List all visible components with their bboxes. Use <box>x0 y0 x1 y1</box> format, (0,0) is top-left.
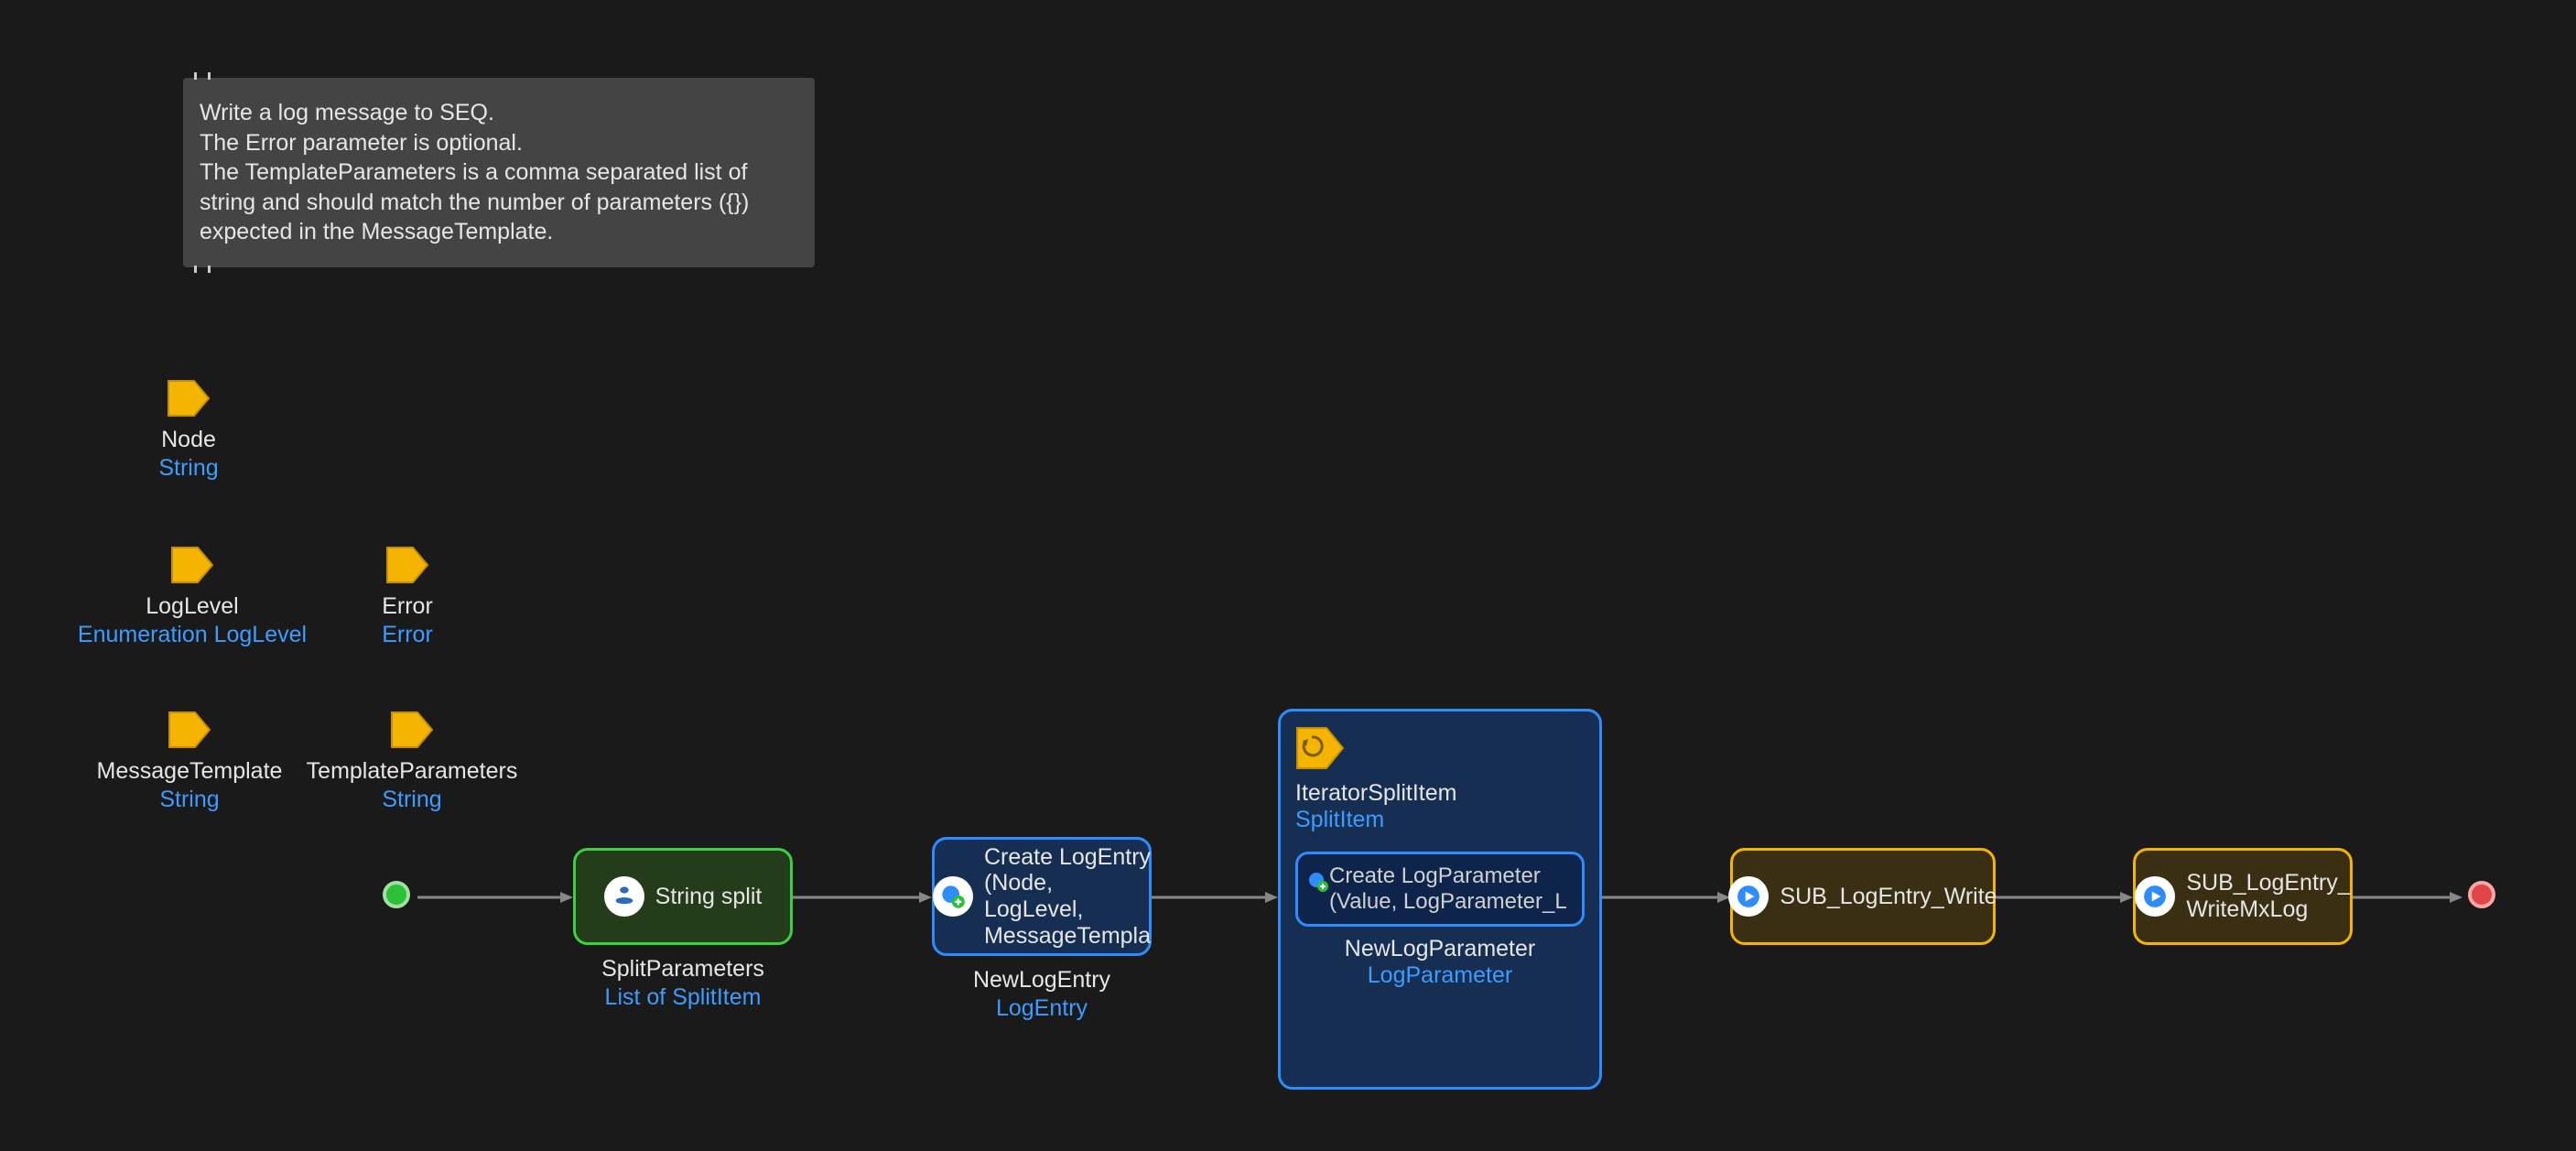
flow-arrow <box>2353 892 2462 903</box>
microflow-call-icon <box>1728 876 1769 917</box>
flow-arrow <box>417 892 573 903</box>
activity-label: SUB_LogEntry_ WriteMxLog <box>2186 870 2350 923</box>
microflow-call-icon <box>2135 876 2175 917</box>
activity-label: Create LogParameter (Value, LogParameter… <box>1329 863 1573 915</box>
param-type: Enumeration LogLevel <box>64 622 320 648</box>
start-event[interactable] <box>383 881 410 908</box>
param-type: String <box>302 787 522 813</box>
flow-arrow <box>1152 892 1278 903</box>
flow-arrow <box>1996 892 2133 903</box>
flow-arrow <box>793 892 932 903</box>
create-object-icon <box>933 876 973 917</box>
create-object-icon <box>1307 871 1329 907</box>
loop-activity[interactable]: IteratorSplitItem SplitItem Create LogPa… <box>1278 709 1602 1090</box>
parameter-icon <box>170 546 214 584</box>
activity-create-logparameter[interactable]: Create LogParameter (Value, LogParameter… <box>1295 852 1585 927</box>
param-label: LogLevel <box>64 593 320 620</box>
param-type: String <box>152 455 225 482</box>
parameter-icon <box>390 711 434 749</box>
parameter-icon <box>168 711 211 749</box>
activity-label: Create LogEntry (Node, LogLevel, Message… <box>984 844 1151 950</box>
param-templateparameters[interactable]: TemplateParameters String <box>302 711 522 813</box>
param-node[interactable]: Node String <box>152 379 225 482</box>
microflow-canvas[interactable]: Write a log message to SEQ. The Error pa… <box>0 0 2576 1151</box>
param-label: TemplateParameters <box>302 758 522 785</box>
java-action-icon <box>604 876 644 917</box>
microflow-call-sub1[interactable]: SUB_LogEntry_Write <box>1730 848 1996 945</box>
param-type: Error <box>366 622 449 648</box>
loop-iterator: IteratorSplitItem SplitItem <box>1295 780 1585 833</box>
end-event[interactable] <box>2468 881 2495 908</box>
param-error[interactable]: Error Error <box>366 546 449 648</box>
activity-output: SplitParameters List of SplitItem <box>573 956 793 1011</box>
param-type: String <box>84 787 295 813</box>
activity-string-split[interactable]: String split <box>573 848 793 945</box>
activity-label: SUB_LogEntry_Write <box>1780 884 1997 910</box>
param-label: Node <box>152 427 225 453</box>
parameter-icon <box>385 546 429 584</box>
param-loglevel[interactable]: LogLevel Enumeration LogLevel <box>64 546 320 648</box>
parameter-icon <box>167 379 211 418</box>
param-messagetemplate[interactable]: MessageTemplate String <box>84 711 295 813</box>
param-label: Error <box>366 593 449 620</box>
param-label: MessageTemplate <box>84 758 295 785</box>
annotation-comment[interactable]: Write a log message to SEQ. The Error pa… <box>183 78 815 267</box>
activity-create-logentry[interactable]: Create LogEntry (Node, LogLevel, Message… <box>932 837 1152 956</box>
loop-icon <box>1295 726 1345 770</box>
microflow-call-sub2[interactable]: SUB_LogEntry_ WriteMxLog <box>2133 848 2353 945</box>
activity-label: String split <box>655 884 763 910</box>
activity-output: NewLogEntry LogEntry <box>932 967 1152 1022</box>
flow-arrow <box>1602 892 1730 903</box>
activity-output: NewLogParameter LogParameter <box>1295 936 1585 989</box>
